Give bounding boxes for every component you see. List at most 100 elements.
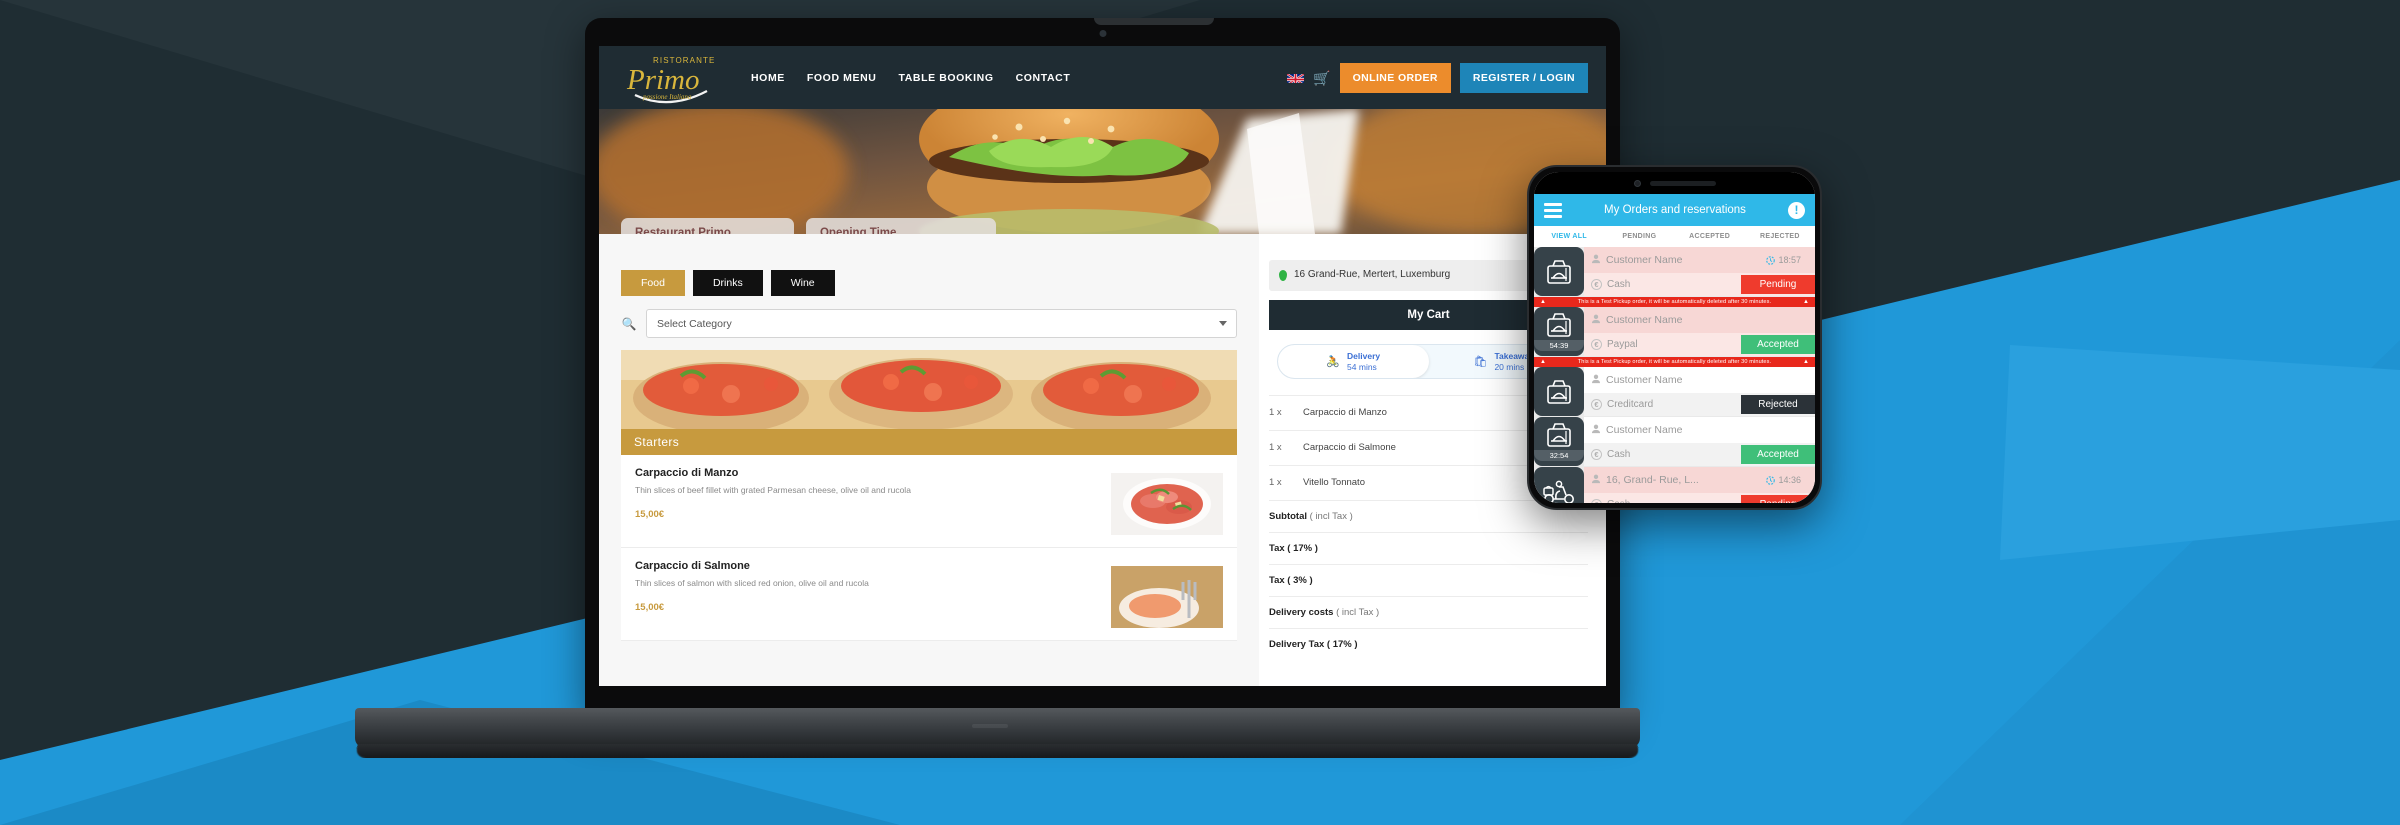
menu-item[interactable]: Carpaccio di Manzo Thin slices of beef f…	[621, 455, 1237, 548]
tab-wine[interactable]: Wine	[770, 270, 835, 296]
order-warning-text: This is a Test Pickup order, it will be …	[1577, 359, 1772, 365]
starters-section-banner: Starters	[621, 350, 1237, 455]
info-cards: Restaurant Primo 16 Grand-Rue, 6630 Mert…	[621, 218, 996, 234]
scooter-icon: 🚴	[1326, 355, 1341, 368]
site-body: Food Drinks Wine 🔍 Select Category Start…	[599, 234, 1606, 686]
uk-flag-icon[interactable]	[1287, 72, 1305, 83]
scooter-icon	[1534, 467, 1584, 503]
info-icon[interactable]: !	[1788, 201, 1805, 219]
select-category-value: Select Category	[657, 317, 732, 330]
order-payment-method: Cash	[1607, 279, 1631, 290]
order-body: Customer Name € Paypal Accepted	[1584, 307, 1815, 356]
order-body: Customer Name 18:57 € Cash Pending	[1584, 247, 1815, 296]
nav-item-table-booking[interactable]: TABLE BOOKING	[898, 72, 993, 84]
order-timer: 32:54	[1534, 450, 1584, 461]
order-bottom-row: € Cash Pending	[1584, 493, 1815, 503]
user-icon	[1591, 251, 1601, 269]
mode-delivery-label: Delivery	[1347, 350, 1381, 361]
nav-item-home[interactable]: HOME	[751, 72, 785, 84]
order-card[interactable]: 54:39 Customer Name € Paypal Accepted	[1534, 307, 1815, 356]
select-category-dropdown[interactable]: Select Category	[646, 309, 1237, 338]
laptop-mockup: RISTORANTE Primo passione Italiana HOME …	[351, 18, 1645, 758]
order-body: Customer Name € Cash Accepted	[1584, 417, 1815, 466]
hamburger-menu-icon[interactable]	[1544, 202, 1562, 218]
starters-label: Starters	[621, 429, 1237, 455]
order-payment-method: Cash	[1607, 499, 1736, 503]
tab-drinks[interactable]: Drinks	[692, 270, 763, 296]
menu-item-description: Thin slices of beef fillet with grated P…	[635, 485, 911, 495]
pickup-bag-icon: 32:54	[1534, 417, 1584, 466]
mode-delivery[interactable]: 🚴 Delivery 54 mins	[1278, 344, 1429, 378]
pickup-bag-icon	[1534, 247, 1584, 296]
menu-item-thumbnail	[1111, 473, 1223, 535]
tab-rejected[interactable]: REJECTED	[1745, 233, 1815, 240]
order-customer-name: Customer Name	[1606, 314, 1683, 326]
euro-icon: €	[1591, 339, 1602, 350]
order-body: Customer Name € Creditcard Rejected	[1584, 367, 1815, 416]
mode-delivery-time: 54 mins	[1347, 361, 1377, 372]
cart-total-label: Tax ( 3% )	[1269, 574, 1313, 586]
menu-item-name: Carpaccio di Salmone	[635, 560, 750, 572]
order-timer: 54:39	[1534, 340, 1584, 351]
order-bottom-row: € Creditcard Rejected	[1584, 393, 1815, 416]
register-login-button[interactable]: REGISTER / LOGIN	[1459, 62, 1588, 93]
tab-accepted[interactable]: ACCEPTED	[1675, 233, 1745, 240]
order-top-row: Customer Name	[1584, 307, 1815, 333]
tab-view-all[interactable]: VIEW ALL	[1534, 233, 1604, 240]
opening-time-title: Opening Time	[819, 227, 897, 234]
order-card[interactable]: 32:54 Customer Name € Cash Accepted	[1534, 417, 1815, 466]
menu-item-text: Carpaccio di Salmone Thin slices of salm…	[635, 560, 1111, 628]
order-status-badge: Rejected	[1741, 395, 1815, 414]
order-time: 18:57	[1766, 255, 1808, 265]
earpiece-speaker	[1649, 180, 1716, 186]
restaurant-info-title: Restaurant Primo	[635, 227, 731, 234]
order-card[interactable]: 16, Grand- Rue, L... 14:36 € Cash Pending	[1534, 467, 1815, 503]
phone-mockup: My Orders and reservations ! VIEW ALL PE…	[1527, 165, 1822, 510]
app-bar: My Orders and reservations !	[1534, 194, 1815, 226]
menu-column: Food Drinks Wine 🔍 Select Category Start…	[599, 234, 1259, 686]
site-header: RISTORANTE Primo passione Italiana HOME …	[599, 46, 1606, 109]
main-nav: HOME FOOD MENU TABLE BOOKING CONTACT	[751, 72, 1070, 84]
pickup-bag-icon: 54:39	[1534, 307, 1584, 356]
category-search: 🔍 Select Category	[621, 309, 1237, 338]
hero-food-image	[599, 109, 1606, 234]
menu-item[interactable]: Carpaccio di Salmone Thin slices of salm…	[621, 548, 1237, 641]
order-top-row: Customer Name 18:57	[1584, 247, 1815, 273]
order-warning-text: This is a Test Pickup order, it will be …	[1577, 299, 1772, 305]
tab-pending[interactable]: PENDING	[1604, 233, 1674, 240]
order-payment-method: Cash	[1607, 449, 1631, 460]
cart-total-label: Delivery Tax ( 17% )	[1269, 638, 1358, 650]
hero-banner: Restaurant Primo 16 Grand-Rue, 6630 Mert…	[599, 109, 1606, 234]
cart-total-label: Delivery costs	[1269, 606, 1334, 618]
cart-total-label: Subtotal	[1269, 510, 1307, 522]
restaurant-logo[interactable]: RISTORANTE Primo passione Italiana	[617, 49, 729, 107]
cart-total-row: Tax ( 3% )	[1269, 563, 1588, 596]
shopping-cart-icon[interactable]: 🛒	[1313, 71, 1330, 85]
euro-icon: €	[1591, 279, 1602, 290]
nav-item-food-menu[interactable]: FOOD MENU	[807, 72, 877, 84]
order-warning-banner: ▲ This is a Test Pickup order, it will be…	[1534, 357, 1815, 367]
laptop-camera-icon	[1099, 30, 1106, 37]
order-top-row: 16, Grand- Rue, L... 14:36	[1584, 467, 1815, 493]
online-order-button[interactable]: ONLINE ORDER	[1339, 62, 1451, 93]
chevron-down-icon	[1219, 321, 1227, 326]
user-icon	[1591, 371, 1601, 389]
tab-food[interactable]: Food	[621, 270, 685, 296]
order-body: 16, Grand- Rue, L... 14:36 € Cash Pending	[1584, 467, 1815, 503]
order-bottom-row: € Paypal Accepted	[1584, 333, 1815, 356]
euro-icon: €	[1591, 499, 1602, 503]
phone-screen: My Orders and reservations ! VIEW ALL PE…	[1534, 172, 1815, 503]
laptop-lid: RISTORANTE Primo passione Italiana HOME …	[585, 18, 1620, 718]
cart-item-qty: 1 x	[1269, 442, 1282, 454]
order-card[interactable]: Customer Name 18:57 € Cash Pending	[1534, 247, 1815, 296]
cart-total-note: ( incl Tax )	[1307, 510, 1353, 522]
front-camera-icon	[1633, 179, 1641, 187]
bag-icon: 🛍	[1473, 355, 1488, 368]
cart-total-note: ( incl Tax )	[1333, 606, 1380, 618]
menu-item-thumbnail	[1111, 566, 1223, 628]
nav-item-contact[interactable]: CONTACT	[1016, 72, 1071, 84]
location-pin-icon	[1279, 270, 1287, 281]
order-filter-tabs: VIEW ALL PENDING ACCEPTED REJECTED	[1534, 226, 1815, 247]
header-actions: 🛒 ONLINE ORDER REGISTER / LOGIN	[1287, 62, 1588, 93]
order-card[interactable]: Customer Name € Creditcard Rejected	[1534, 367, 1815, 416]
